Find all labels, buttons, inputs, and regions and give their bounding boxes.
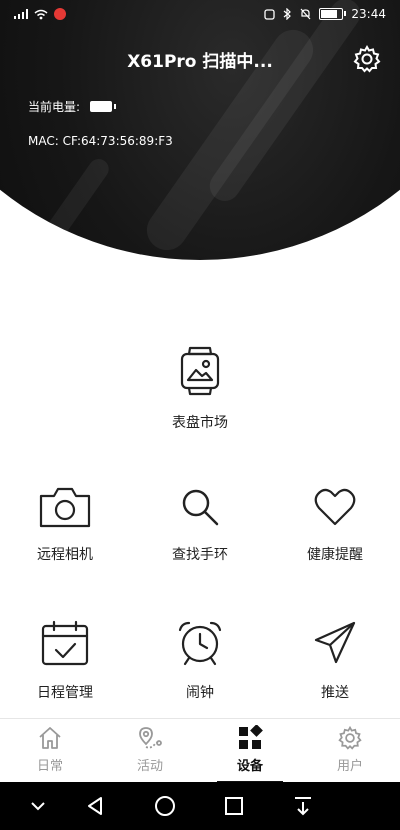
- tab-activity[interactable]: 活动: [100, 725, 200, 774]
- mute-icon: [300, 8, 311, 20]
- alarm-clock-icon: [178, 621, 222, 666]
- tab-user[interactable]: 用户: [300, 725, 400, 774]
- tab-label: 日常: [36, 759, 63, 774]
- feature-label: 查找手环: [172, 547, 228, 563]
- route-icon: [139, 727, 162, 749]
- wifi-icon: [34, 9, 48, 19]
- status-bar: 23:44: [0, 0, 400, 30]
- feature-health-reminder[interactable]: 健康提醒: [275, 486, 395, 564]
- feature-label: 表盘市场: [172, 415, 228, 431]
- device-battery-icon: [90, 101, 117, 112]
- search-icon: [182, 489, 219, 526]
- recents-icon[interactable]: [222, 794, 246, 818]
- mac-address: MAC: CF:64:73:56:89:F3: [28, 134, 173, 148]
- send-icon: [314, 621, 356, 664]
- tab-daily[interactable]: 日常: [0, 725, 100, 774]
- device-header: 23:44 X61Pro 扫描中... 当前电量: MAC: CF:64:73:…: [0, 0, 400, 265]
- feature-alarm[interactable]: 闹钟: [140, 620, 260, 702]
- calendar-icon: [41, 620, 89, 666]
- heart-icon: [314, 488, 356, 526]
- feature-watch-face-market[interactable]: 表盘市场: [140, 346, 260, 432]
- feature-label: 闹钟: [186, 685, 214, 701]
- feature-find-band[interactable]: 查找手环: [140, 486, 260, 564]
- feature-remote-camera[interactable]: 远程相机: [5, 486, 125, 564]
- tab-label: 设备: [236, 759, 263, 774]
- camera-icon: [39, 487, 91, 528]
- settings-gear-icon[interactable]: [352, 44, 382, 74]
- feature-schedule[interactable]: 日程管理: [5, 620, 125, 702]
- nfc-icon: [264, 8, 276, 20]
- device-grid-icon: [239, 725, 263, 749]
- status-time: 23:44: [351, 7, 386, 21]
- home-circle-icon[interactable]: [153, 794, 177, 818]
- signal-icon: [14, 9, 28, 19]
- feature-label: 日程管理: [37, 685, 93, 701]
- battery-label: 当前电量:: [28, 100, 81, 114]
- download-icon[interactable]: [291, 794, 315, 818]
- notification-icon: [54, 8, 66, 20]
- feature-label: 推送: [321, 685, 349, 701]
- tab-device[interactable]: 设备: [200, 725, 300, 774]
- gear-icon: [338, 725, 362, 750]
- bottom-tab-bar: 日常 活动 设备 用户: [0, 718, 400, 783]
- watch-face-icon: [180, 346, 220, 396]
- device-title: X61Pro 扫描中...: [127, 52, 273, 72]
- tab-label: 活动: [136, 759, 163, 774]
- feature-label: 健康提醒: [307, 547, 363, 563]
- feature-push[interactable]: 推送: [275, 620, 395, 702]
- home-icon: [39, 727, 61, 749]
- feature-label: 远程相机: [37, 547, 93, 563]
- system-nav-bar: [0, 782, 400, 830]
- battery-icon: [319, 8, 347, 20]
- chevron-down-icon[interactable]: [26, 794, 50, 818]
- bluetooth-icon: [284, 8, 292, 20]
- battery-row: 当前电量:: [28, 98, 117, 115]
- back-icon[interactable]: [84, 794, 108, 818]
- tab-label: 用户: [336, 759, 363, 774]
